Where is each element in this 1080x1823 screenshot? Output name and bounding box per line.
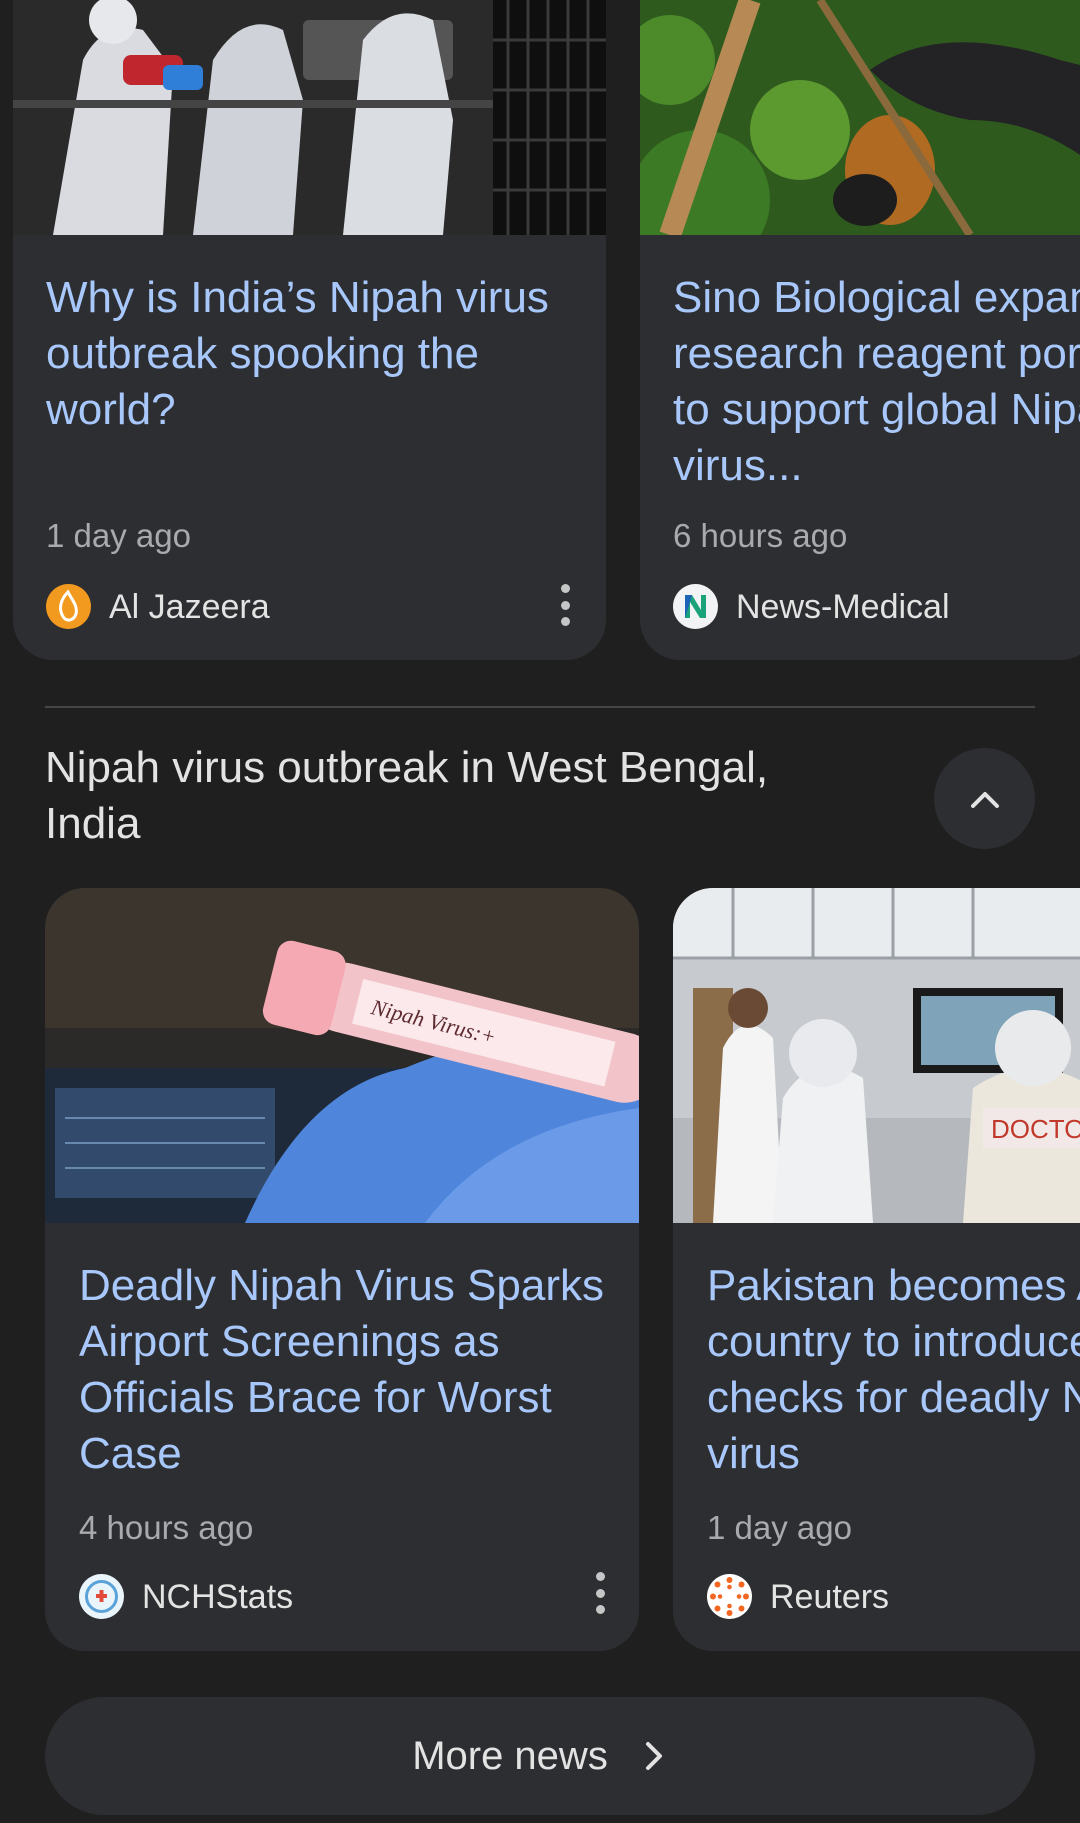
article-time: 1 day ago	[46, 517, 191, 554]
article-time: 1 day ago	[707, 1509, 852, 1546]
article-source[interactable]: NCHStats	[79, 1574, 293, 1619]
article-title[interactable]: Deadly Nipah Virus Sparks Airport Screen…	[79, 1258, 609, 1482]
vest-label: DOCTO	[991, 1114, 1080, 1144]
article-source[interactable]: Al Jazeera	[46, 584, 270, 629]
collapse-section-button[interactable]	[934, 748, 1035, 849]
article-source[interactable]: Reuters	[707, 1574, 889, 1619]
article-image	[13, 0, 606, 235]
news-card[interactable]: Why is India’s Nipah virus outbreak spoo…	[13, 0, 606, 660]
source-name: Al Jazeera	[109, 587, 270, 626]
source-name: News-Medical	[736, 587, 950, 626]
more-news-label: More news	[412, 1733, 608, 1778]
article-title[interactable]: Sino Biological expands research reagent…	[673, 270, 1080, 494]
article-time: 6 hours ago	[673, 517, 848, 554]
chevron-up-icon	[970, 791, 999, 808]
article-title[interactable]: Why is India’s Nipah virus outbreak spoo…	[46, 270, 586, 438]
more-news-button[interactable]: More news	[45, 1697, 1035, 1815]
news-medical-logo-icon	[673, 584, 718, 629]
al-jazeera-logo-icon	[46, 584, 91, 629]
nchstats-logo-icon	[79, 1574, 124, 1619]
article-image: Nipah Virus:+	[45, 888, 639, 1223]
article-time: 4 hours ago	[79, 1509, 254, 1546]
article-image: DOCTO	[673, 888, 1080, 1223]
article-image	[640, 0, 1080, 235]
reuters-logo-icon	[707, 1574, 752, 1619]
news-card[interactable]: Nipah Virus:+ Deadly Nipah Virus Sparks …	[45, 888, 639, 1651]
more-options-icon[interactable]	[550, 580, 580, 630]
section-divider	[45, 706, 1035, 708]
source-name: Reuters	[770, 1577, 890, 1616]
news-card[interactable]: Sino Biological expands research reagent…	[640, 0, 1080, 660]
article-source[interactable]: News-Medical	[673, 584, 950, 629]
article-title[interactable]: Pakistan becomes Asian country to introd…	[707, 1258, 1080, 1482]
source-name: NCHStats	[142, 1577, 294, 1616]
more-options-icon[interactable]	[585, 1568, 615, 1618]
section-title: Nipah virus outbreak in West Bengal, Ind…	[45, 743, 769, 848]
chevron-right-icon	[645, 1742, 662, 1770]
news-card[interactable]: DOCTO Pakistan becomes Asian country to …	[673, 888, 1080, 1651]
